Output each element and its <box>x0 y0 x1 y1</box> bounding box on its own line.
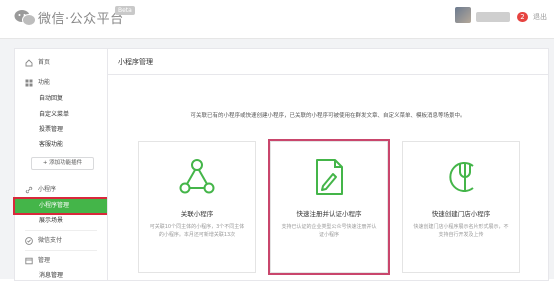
intro-text: 可关联已有的小程序或快速创建小程序，已关联的小程序可被使用在群发文章、自定义菜单… <box>190 113 466 119</box>
top-bar: 微信·公众平台 Beta 2 退出 <box>0 0 554 39</box>
card-register-miniprogram[interactable]: 快速注册并认证小程序 支持已认证的企业类型公众号快速注册并认证小程序 <box>268 139 390 275</box>
page-title: 小程序管理 <box>118 58 153 66</box>
card-title: 关联小程序 <box>180 210 214 218</box>
store-fork-icon <box>449 162 474 192</box>
sidebar-group-manage: 管理 <box>38 257 51 264</box>
home-icon <box>25 59 33 67</box>
sidebar-divider <box>25 230 97 231</box>
main-panel: 小程序管理 可关联已有的小程序或快速创建小程序，已关联的小程序可被使用在群发文章… <box>107 48 549 281</box>
card-link-miniprogram[interactable]: 关联小程序 可关联10个同主体的小程序，3个不同主体的小程序。本月还可新增关联1… <box>138 141 256 273</box>
logout-link[interactable]: 退出 <box>533 12 547 22</box>
manage-icon <box>25 257 33 265</box>
share-network-icon <box>179 159 215 194</box>
miniprogram-link-icon <box>25 186 33 194</box>
add-plugin-button[interactable]: + 添加功能插件 <box>31 157 94 170</box>
notification-badge[interactable]: 2 <box>517 12 528 22</box>
wechat-logo-icon <box>14 10 36 26</box>
title-divider <box>108 74 548 75</box>
card-title: 快速创建门店小程序 <box>431 210 491 218</box>
sidebar-item-label: 小程序管理 <box>39 202 70 209</box>
sidebar-item-custom-menu[interactable]: 自定义菜单 <box>39 109 69 120</box>
sidebar-item-auto-reply[interactable]: 自动回复 <box>39 93 63 104</box>
card-title: 快速注册并认证小程序 <box>296 210 362 218</box>
function-grid-icon <box>25 79 33 87</box>
sidebar-item-display-scenes[interactable]: 展示场景 <box>39 215 63 226</box>
sidebar-divider <box>25 250 97 251</box>
sidebar-item-wechat-pay[interactable]: 微信支付 <box>38 235 62 246</box>
sidebar-item-home[interactable]: 首页 <box>38 57 50 68</box>
card-description: 可关联10个同主体的小程序，3个不同主体的小程序。本月还可新增关联13次 <box>149 224 245 238</box>
card-description: 快速创建门店小程序展示名片形式展示，不支持自行开发及上传 <box>413 224 509 238</box>
wechat-pay-icon <box>25 237 33 245</box>
sidebar-item-miniprogram-manage[interactable]: 小程序管理 <box>13 197 109 215</box>
sidebar-group-function: 功能 <box>38 79 51 86</box>
sidebar-item-customer-service[interactable]: 客服功能 <box>39 139 63 150</box>
sidebar-group-miniprogram: 小程序 <box>38 186 57 193</box>
account-name[interactable] <box>476 12 510 22</box>
sidebar-item-vote[interactable]: 投票管理 <box>39 124 63 135</box>
beta-badge: Beta <box>115 6 135 15</box>
document-edit-icon <box>316 159 343 195</box>
brand-title[interactable]: 微信·公众平台 <box>38 8 124 27</box>
card-description: 支持已认证的企业类型公众号快速注册并认证小程序 <box>281 224 377 238</box>
sidebar: 首页 功能 自动回复 自定义菜单 投票管理 客服功能 + 添加功能插件 小程序 … <box>13 48 109 281</box>
card-store-miniprogram[interactable]: 快速创建门店小程序 快速创建门店小程序展示名片形式展示，不支持自行开发及上传 <box>402 141 520 273</box>
sidebar-item-message-manage[interactable]: 消息管理 <box>39 270 63 281</box>
avatar[interactable] <box>455 7 471 23</box>
